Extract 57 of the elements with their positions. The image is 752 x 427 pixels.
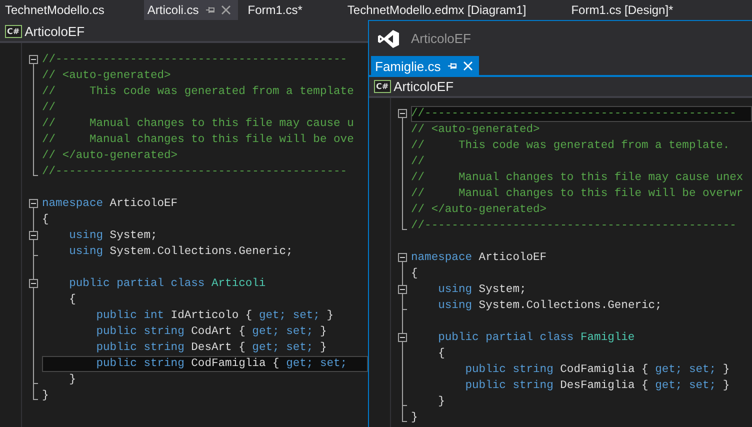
file-tab[interactable]: TechnetModello.cs bbox=[0, 0, 144, 20]
code-line: public int IdArticolo { get; set; } bbox=[95, 308, 335, 324]
code-line: { bbox=[68, 292, 77, 308]
collapse-icon[interactable] bbox=[398, 253, 407, 262]
window-title: ArticoloEF bbox=[411, 31, 471, 46]
code-line: // <auto-generated> bbox=[411, 122, 541, 138]
collapse-icon[interactable] bbox=[29, 199, 38, 208]
code-line: //---------------------------------------------- bbox=[411, 218, 738, 234]
code-line: // Manual changes to this file will be ove bbox=[42, 132, 355, 148]
pin-icon[interactable] bbox=[204, 5, 215, 15]
code-line: // Manual changes to this file may cause unex bbox=[411, 170, 744, 186]
code-line: using System; bbox=[68, 228, 158, 244]
code-line: public partial class Articoli bbox=[68, 276, 267, 292]
code-line: } bbox=[437, 394, 446, 410]
code-line: namespace ArticoloEF bbox=[411, 250, 548, 266]
code-line: // bbox=[411, 154, 426, 170]
code-line: { bbox=[42, 212, 50, 228]
project-dropdown[interactable]: ArticoloEF bbox=[394, 79, 454, 94]
code-line: using System.Collections.Generic; bbox=[68, 244, 294, 260]
code-line: //------------------------------------------- bbox=[42, 164, 348, 180]
code-line: // <auto-generated> bbox=[42, 68, 172, 84]
code-line: public partial class Famiglie bbox=[437, 330, 636, 346]
collapse-icon[interactable] bbox=[29, 55, 38, 64]
code-line: // bbox=[42, 100, 57, 116]
code-line: //------------------------------------------- bbox=[42, 52, 348, 68]
visual-studio-logo-icon bbox=[378, 30, 399, 48]
code-line: public string CodFamiglia { get; set; } bbox=[464, 362, 731, 378]
project-dropdown[interactable]: ArticoloEF bbox=[24, 24, 85, 39]
code-line: public string DesArt { get; set; } bbox=[95, 340, 328, 356]
code-line: using System; bbox=[437, 282, 528, 298]
code-line: public string CodArt { get; set; } bbox=[95, 324, 328, 340]
code-line: { bbox=[437, 346, 446, 362]
collapse-icon[interactable] bbox=[29, 279, 38, 288]
code-line: namespace ArticoloEF bbox=[42, 196, 179, 212]
code-line: } bbox=[42, 388, 50, 404]
code-line: // </auto-generated> bbox=[411, 202, 548, 218]
csharp-file-icon: C# bbox=[5, 25, 22, 38]
code-line: // Manual changes to this file may cause u bbox=[42, 116, 355, 132]
file-tab[interactable]: Form1.cs [Design]* bbox=[566, 0, 714, 20]
collapse-icon[interactable] bbox=[398, 333, 407, 342]
file-tab[interactable]: Articoli.cs bbox=[144, 0, 238, 20]
code-line: } bbox=[68, 372, 77, 388]
code-line: { bbox=[411, 266, 419, 282]
collapse-icon[interactable] bbox=[29, 231, 38, 240]
file-tab[interactable]: TechnetModello.edmx [Diagram1] bbox=[342, 0, 566, 20]
file-tab[interactable]: Form1.cs* bbox=[242, 0, 342, 20]
collapse-icon[interactable] bbox=[398, 285, 407, 294]
code-line: } bbox=[411, 410, 419, 426]
code-line: // This code was generated from a template. bbox=[411, 138, 731, 154]
code-line: // This code was generated from a template bbox=[42, 84, 355, 100]
code-line: // </auto-generated> bbox=[42, 148, 179, 164]
close-icon[interactable] bbox=[220, 5, 231, 15]
collapse-icon[interactable] bbox=[398, 109, 407, 118]
code-line: // Manual changes to this file will be overwr bbox=[411, 186, 744, 202]
code-line: using System.Collections.Generic; bbox=[437, 298, 663, 314]
code-line: public string DesFamiglia { get; set; } bbox=[464, 378, 731, 394]
csharp-file-icon: C# bbox=[374, 80, 391, 93]
